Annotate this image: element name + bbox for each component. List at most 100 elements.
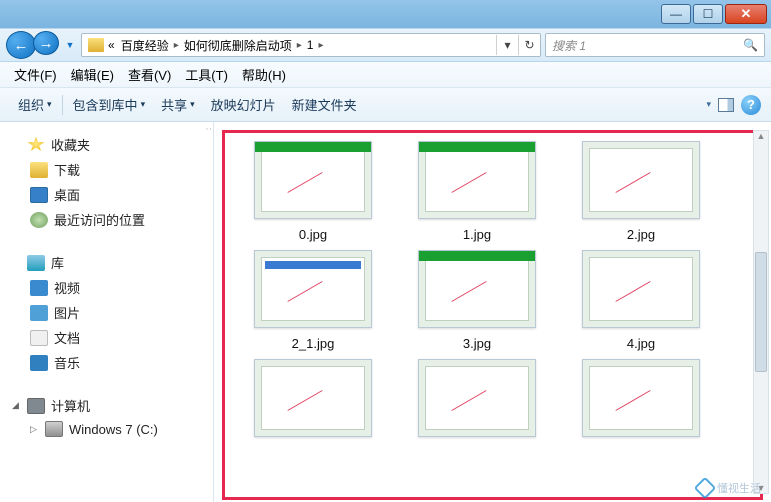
thumbnail-image — [418, 250, 536, 328]
menu-tools[interactable]: 工具(T) — [185, 65, 228, 84]
content-pane[interactable]: 0.jpg 1.jpg 2.jpg 2_1.jpg 3.jpg 4.jpg ▲ ▼ — [214, 122, 771, 502]
search-input[interactable]: 搜索 1 🔍 — [545, 33, 765, 57]
toolbar-separator — [62, 95, 63, 115]
sidebar-item-music[interactable]: 音乐 — [8, 350, 213, 375]
music-icon — [30, 355, 48, 371]
sidebar-favorites-header[interactable]: 收藏夹 — [8, 132, 213, 157]
breadcrumb-sep-icon[interactable]: ▸ — [318, 40, 323, 51]
desktop-icon — [30, 187, 48, 203]
star-icon — [27, 137, 45, 153]
watermark-logo-icon — [694, 477, 717, 500]
view-options-button[interactable] — [680, 94, 702, 116]
drive-icon — [45, 421, 63, 437]
sidebar-item-drive-c[interactable]: ▷Windows 7 (C:) — [8, 418, 213, 440]
vertical-scrollbar[interactable]: ▲ ▼ — [753, 130, 769, 494]
folder-icon — [88, 38, 104, 52]
thumbnail-image — [582, 359, 700, 437]
folder-icon — [30, 162, 48, 178]
menu-file[interactable]: 文件(F) — [14, 65, 57, 84]
sidebar-item-documents[interactable]: 文档 — [8, 325, 213, 350]
breadcrumb-sep-icon[interactable]: ▸ — [297, 40, 302, 51]
file-thumbnail[interactable]: 2_1.jpg — [243, 250, 383, 351]
sidebar-item-recent[interactable]: 最近访问的位置 — [8, 207, 213, 232]
breadcrumb-seg-3[interactable]: 1 — [307, 38, 314, 52]
help-button[interactable]: ? — [741, 95, 761, 115]
thumbnail-image — [254, 359, 372, 437]
thumbnail-image — [582, 141, 700, 219]
computer-icon — [27, 398, 45, 414]
breadcrumb-prefix: « — [108, 38, 115, 52]
menu-bar: 文件(F) 编辑(E) 查看(V) 工具(T) 帮助(H) — [0, 62, 771, 88]
chevron-down-icon: ▾ — [141, 99, 146, 110]
chevron-down-icon[interactable]: ▾ — [706, 99, 711, 110]
slideshow-button[interactable]: 放映幻灯片 — [203, 92, 284, 117]
file-thumbnail[interactable]: 3.jpg — [407, 250, 547, 351]
sidebar-libraries-header[interactable]: 库 — [8, 250, 213, 275]
preview-pane-button[interactable] — [715, 94, 737, 116]
file-thumbnail[interactable]: 2.jpg — [571, 141, 711, 242]
file-thumbnail[interactable] — [243, 359, 383, 445]
navigation-pane: ⋮ 收藏夹 下载 桌面 最近访问的位置 库 视频 图片 文档 音乐 ◢计算机 ▷… — [0, 122, 214, 502]
sidebar-item-downloads[interactable]: 下载 — [8, 157, 213, 182]
search-placeholder: 搜索 1 — [552, 37, 586, 54]
address-dropdown-icon[interactable]: ▾ — [496, 35, 518, 55]
new-folder-button[interactable]: 新建文件夹 — [284, 92, 365, 117]
splitter-handle[interactable]: ⋮ — [207, 122, 213, 502]
nav-forward-button[interactable]: → — [33, 31, 59, 55]
documents-icon — [30, 330, 48, 346]
expand-icon[interactable]: ▷ — [30, 424, 39, 435]
menu-edit[interactable]: 编辑(E) — [71, 65, 114, 84]
include-in-library-button[interactable]: 包含到库中 ▾ — [65, 92, 154, 117]
thumbnail-image — [254, 250, 372, 328]
preview-pane-icon — [718, 98, 734, 112]
thumbnail-label: 0.jpg — [299, 227, 327, 242]
sidebar-item-pictures[interactable]: 图片 — [8, 300, 213, 325]
title-bar: — ☐ ✕ — [0, 0, 771, 28]
breadcrumb-sep-icon[interactable]: ▸ — [174, 40, 179, 51]
search-icon[interactable]: 🔍 — [743, 38, 758, 52]
watermark: 懂视生活 — [697, 480, 761, 496]
close-button[interactable]: ✕ — [725, 4, 767, 24]
thumbnail-image — [582, 250, 700, 328]
sidebar-item-desktop[interactable]: 桌面 — [8, 182, 213, 207]
organize-button[interactable]: 组织 ▾ — [10, 92, 60, 117]
recent-icon — [30, 212, 48, 228]
nav-back-button[interactable]: ← — [6, 31, 36, 59]
sidebar-item-videos[interactable]: 视频 — [8, 275, 213, 300]
file-thumbnail[interactable] — [407, 359, 547, 445]
thumbnail-image — [254, 141, 372, 219]
thumbnail-label: 2.jpg — [627, 227, 655, 242]
chevron-down-icon: ▾ — [190, 99, 195, 110]
menu-help[interactable]: 帮助(H) — [242, 65, 286, 84]
thumbnail-image — [418, 359, 536, 437]
file-thumbnail[interactable]: 0.jpg — [243, 141, 383, 242]
share-button[interactable]: 共享 ▾ — [153, 92, 203, 117]
watermark-text: 懂视生活 — [717, 480, 761, 496]
nav-bar: ← → ▼ « 百度经验 ▸ 如何彻底删除启动项 ▸ 1 ▸ ▾ ↻ 搜索 1 … — [0, 28, 771, 62]
sidebar-computer-header[interactable]: ◢计算机 — [8, 393, 213, 418]
thumbnail-image — [418, 141, 536, 219]
thumbnail-grid: 0.jpg 1.jpg 2.jpg 2_1.jpg 3.jpg 4.jpg — [231, 141, 754, 445]
main-area: ⋮ 收藏夹 下载 桌面 最近访问的位置 库 视频 图片 文档 音乐 ◢计算机 ▷… — [0, 122, 771, 502]
file-thumbnail[interactable]: 4.jpg — [571, 250, 711, 351]
menu-view[interactable]: 查看(V) — [128, 65, 171, 84]
video-icon — [30, 280, 48, 296]
file-thumbnail[interactable]: 1.jpg — [407, 141, 547, 242]
maximize-button[interactable]: ☐ — [693, 4, 723, 24]
expand-icon[interactable]: ◢ — [12, 400, 21, 411]
chevron-down-icon: ▾ — [47, 99, 52, 110]
pictures-icon — [30, 305, 48, 321]
breadcrumb-seg-1[interactable]: 百度经验 — [121, 37, 169, 54]
minimize-button[interactable]: — — [661, 4, 691, 24]
thumbnail-label: 4.jpg — [627, 336, 655, 351]
breadcrumb-seg-2[interactable]: 如何彻底删除启动项 — [184, 37, 292, 54]
file-thumbnail[interactable] — [571, 359, 711, 445]
address-bar[interactable]: « 百度经验 ▸ 如何彻底删除启动项 ▸ 1 ▸ ▾ ↻ — [81, 33, 541, 57]
thumbnail-label: 2_1.jpg — [292, 336, 335, 351]
refresh-icon[interactable]: ↻ — [518, 35, 540, 55]
scroll-thumb[interactable] — [755, 252, 767, 372]
library-icon — [27, 255, 45, 271]
selection-highlight: 0.jpg 1.jpg 2.jpg 2_1.jpg 3.jpg 4.jpg — [222, 130, 763, 500]
nav-history-dropdown[interactable]: ▼ — [63, 40, 77, 50]
scroll-up-icon[interactable]: ▲ — [757, 131, 766, 141]
